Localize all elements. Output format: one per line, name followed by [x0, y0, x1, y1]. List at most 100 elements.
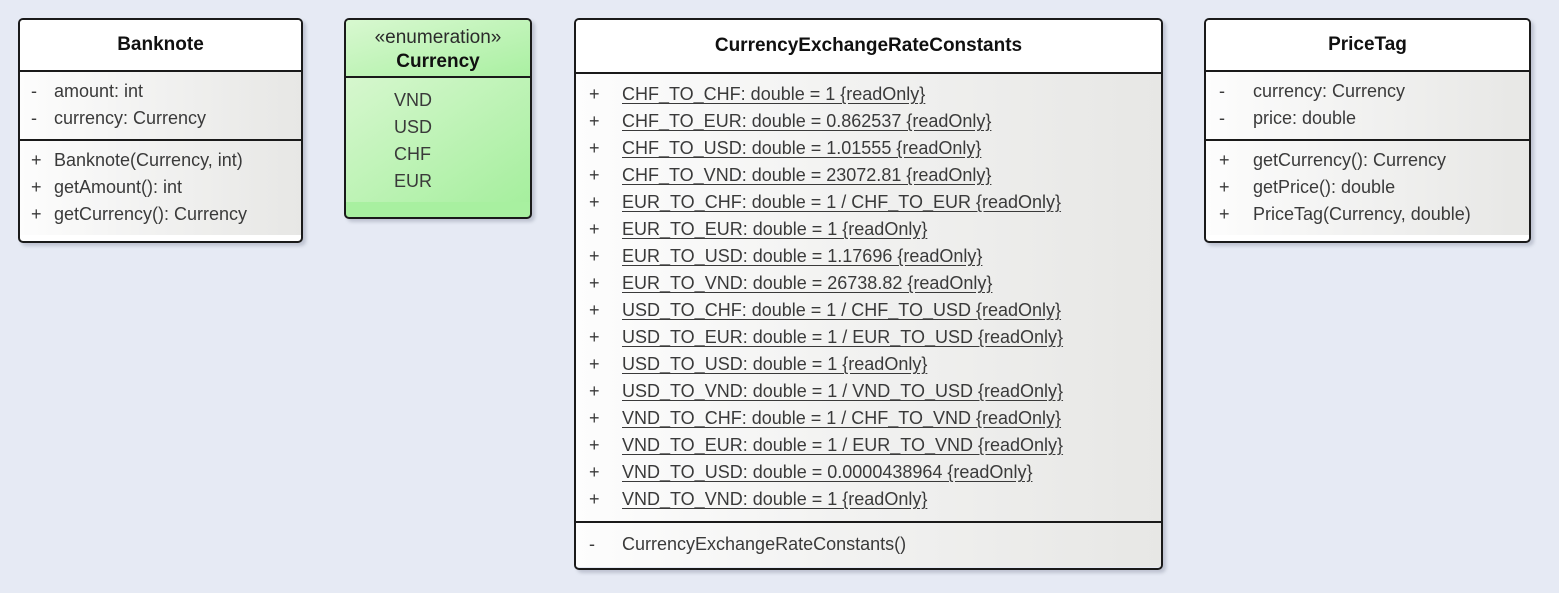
attribute-label: EUR_TO_CHF: double = 1 / CHF_TO_EUR {rea… — [622, 192, 1062, 212]
attribute-row[interactable]: + CHF_TO_VND: double = 23072.81 {readOnl… — [576, 162, 1161, 189]
literals-compartment-currency: VND USD CHF EUR — [346, 78, 530, 202]
operation-label: getCurrency(): Currency — [1253, 150, 1447, 170]
attribute-label: amount: int — [54, 81, 144, 101]
attribute-row[interactable]: + VND_TO_USD: double = 0.0000438964 {rea… — [576, 459, 1161, 486]
enum-literal-label: USD — [394, 117, 433, 137]
visibility-marker: - — [1219, 81, 1225, 101]
visibility-marker: + — [31, 150, 42, 170]
attribute-row[interactable]: + VND_TO_EUR: double = 1 / EUR_TO_VND {r… — [576, 432, 1161, 459]
attribute-label: USD_TO_EUR: double = 1 / EUR_TO_USD {rea… — [622, 327, 1064, 347]
visibility-marker: + — [1219, 177, 1230, 197]
visibility-marker: - — [31, 81, 37, 101]
attribute-row[interactable]: + USD_TO_CHF: double = 1 / CHF_TO_USD {r… — [576, 297, 1161, 324]
attribute-label: USD_TO_VND: double = 1 / VND_TO_USD {rea… — [622, 381, 1064, 401]
enum-literal-row[interactable]: USD — [346, 114, 530, 141]
visibility-marker: + — [589, 273, 600, 293]
operation-row[interactable]: + getCurrency(): Currency — [1206, 147, 1529, 174]
stereotype-label: «enumeration» — [374, 27, 502, 48]
attribute-label: CHF_TO_CHF: double = 1 {readOnly} — [622, 84, 926, 104]
operations-compartment-banknote: + Banknote(Currency, int) + getAmount():… — [20, 139, 301, 235]
visibility-marker: + — [589, 111, 600, 131]
enumeration-header-currency: «enumeration» Currency — [346, 20, 530, 78]
class-header-currency-exchange-rate-constants: CurrencyExchangeRateConstants — [576, 20, 1161, 74]
visibility-marker: + — [589, 462, 600, 482]
attribute-row[interactable]: + VND_TO_VND: double = 1 {readOnly} — [576, 486, 1161, 513]
attribute-label: EUR_TO_VND: double = 26738.82 {readOnly} — [622, 273, 993, 293]
operations-compartment-currency-exchange-rate-constants: - CurrencyExchangeRateConstants() — [576, 521, 1161, 567]
attribute-row[interactable]: + CHF_TO_USD: double = 1.01555 {readOnly… — [576, 135, 1161, 162]
operation-row[interactable]: + Banknote(Currency, int) — [20, 147, 301, 174]
class-name-banknote: Banknote — [117, 34, 204, 55]
visibility-marker: - — [31, 108, 37, 128]
operations-compartment-price-tag: + getCurrency(): Currency + getPrice(): … — [1206, 139, 1529, 235]
attribute-label: VND_TO_EUR: double = 1 / EUR_TO_VND {rea… — [622, 435, 1064, 455]
operation-label: Banknote(Currency, int) — [54, 150, 243, 170]
visibility-marker: + — [589, 138, 600, 158]
attribute-row[interactable]: + USD_TO_VND: double = 1 / VND_TO_USD {r… — [576, 378, 1161, 405]
visibility-marker: + — [589, 246, 600, 266]
operation-row[interactable]: + getCurrency(): Currency — [20, 201, 301, 228]
attribute-row[interactable]: + VND_TO_CHF: double = 1 / CHF_TO_VND {r… — [576, 405, 1161, 432]
attribute-label: USD_TO_USD: double = 1 {readOnly} — [622, 354, 928, 374]
visibility-marker: + — [31, 204, 42, 224]
enum-literal-row[interactable]: EUR — [346, 168, 530, 195]
attribute-row[interactable]: - price: double — [1206, 105, 1529, 132]
visibility-marker: + — [589, 300, 600, 320]
enum-literal-label: CHF — [394, 144, 431, 164]
enum-literal-row[interactable]: CHF — [346, 141, 530, 168]
attribute-row[interactable]: + CHF_TO_CHF: double = 1 {readOnly} — [576, 81, 1161, 108]
attribute-row[interactable]: + USD_TO_EUR: double = 1 / EUR_TO_USD {r… — [576, 324, 1161, 351]
visibility-marker: + — [589, 84, 600, 104]
class-header-price-tag: PriceTag — [1206, 20, 1529, 72]
class-header-banknote: Banknote — [20, 20, 301, 72]
class-box-price-tag[interactable]: PriceTag - currency: Currency - price: d… — [1204, 18, 1531, 243]
attribute-row[interactable]: - currency: Currency — [1206, 78, 1529, 105]
visibility-marker: + — [1219, 150, 1230, 170]
attribute-label: currency: Currency — [1253, 81, 1406, 101]
attributes-compartment-price-tag: - currency: Currency - price: double — [1206, 72, 1529, 139]
visibility-marker: + — [1219, 204, 1230, 224]
visibility-marker: + — [589, 381, 600, 401]
attribute-row[interactable]: + EUR_TO_EUR: double = 1 {readOnly} — [576, 216, 1161, 243]
operation-label: getAmount(): int — [54, 177, 183, 197]
attribute-row[interactable]: + EUR_TO_CHF: double = 1 / CHF_TO_EUR {r… — [576, 189, 1161, 216]
visibility-marker: + — [31, 177, 42, 197]
attribute-row[interactable]: + EUR_TO_USD: double = 1.17696 {readOnly… — [576, 243, 1161, 270]
attribute-row[interactable]: - currency: Currency — [20, 105, 301, 132]
operation-label: PriceTag(Currency, double) — [1253, 204, 1471, 224]
operation-row[interactable]: - CurrencyExchangeRateConstants() — [576, 531, 1161, 558]
enum-literal-row[interactable]: VND — [346, 87, 530, 114]
attribute-row[interactable]: - amount: int — [20, 78, 301, 105]
attribute-label: price: double — [1253, 108, 1357, 128]
attribute-row[interactable]: + USD_TO_USD: double = 1 {readOnly} — [576, 351, 1161, 378]
operation-row[interactable]: + getPrice(): double — [1206, 174, 1529, 201]
attribute-row[interactable]: + CHF_TO_EUR: double = 0.862537 {readOnl… — [576, 108, 1161, 135]
attribute-label: VND_TO_CHF: double = 1 / CHF_TO_VND {rea… — [622, 408, 1062, 428]
attribute-label: EUR_TO_EUR: double = 1 {readOnly} — [622, 219, 928, 239]
visibility-marker: + — [589, 435, 600, 455]
operation-label: CurrencyExchangeRateConstants() — [622, 534, 907, 554]
attribute-row[interactable]: + EUR_TO_VND: double = 26738.82 {readOnl… — [576, 270, 1161, 297]
class-box-banknote[interactable]: Banknote - amount: int - currency: Curre… — [18, 18, 303, 243]
enumeration-name-currency: Currency — [396, 51, 480, 72]
operation-label: getPrice(): double — [1253, 177, 1396, 197]
class-box-currency-exchange-rate-constants[interactable]: CurrencyExchangeRateConstants + CHF_TO_C… — [574, 18, 1163, 570]
class-name-currency-exchange-rate-constants: CurrencyExchangeRateConstants — [714, 35, 1023, 56]
visibility-marker: + — [589, 219, 600, 239]
attribute-label: EUR_TO_USD: double = 1.17696 {readOnly} — [622, 246, 983, 266]
operation-row[interactable]: + getAmount(): int — [20, 174, 301, 201]
visibility-marker: + — [589, 489, 600, 509]
enumeration-box-currency[interactable]: «enumeration» Currency VND USD CHF EUR — [344, 18, 532, 219]
visibility-marker: - — [1219, 108, 1225, 128]
operation-label: getCurrency(): Currency — [54, 204, 248, 224]
attributes-compartment-banknote: - amount: int - currency: Currency — [20, 72, 301, 139]
enum-literal-label: VND — [394, 90, 433, 110]
visibility-marker: + — [589, 408, 600, 428]
operation-row[interactable]: + PriceTag(Currency, double) — [1206, 201, 1529, 228]
attribute-label: VND_TO_VND: double = 1 {readOnly} — [622, 489, 928, 509]
class-name-price-tag: PriceTag — [1328, 34, 1407, 55]
attribute-label: CHF_TO_EUR: double = 0.862537 {readOnly} — [622, 111, 992, 131]
visibility-marker: + — [589, 354, 600, 374]
attribute-label: CHF_TO_USD: double = 1.01555 {readOnly} — [622, 138, 982, 158]
attribute-label: VND_TO_USD: double = 0.0000438964 {readO… — [622, 462, 1033, 482]
